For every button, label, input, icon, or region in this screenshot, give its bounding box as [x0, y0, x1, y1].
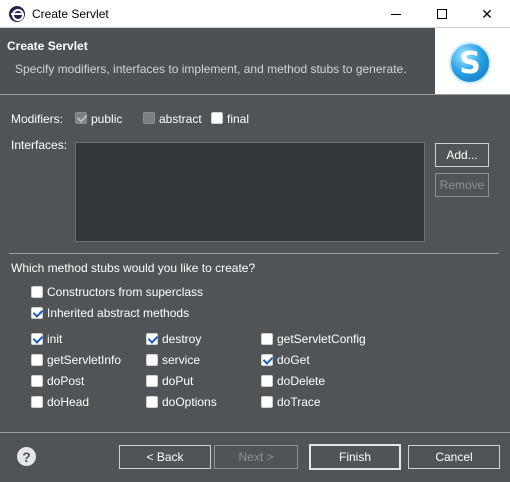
close-button[interactable]: ✕: [464, 0, 510, 28]
public-label: public: [91, 112, 123, 126]
constructors-checkbox[interactable]: [31, 286, 43, 298]
servlet-logo-icon: S: [449, 42, 491, 84]
interfaces-list[interactable]: [75, 142, 425, 242]
destroy-checkbox[interactable]: [146, 333, 158, 345]
service-checkbox[interactable]: [146, 354, 158, 366]
constructors-label: Constructors from superclass: [47, 285, 204, 299]
cancel-button[interactable]: Cancel: [408, 445, 500, 469]
init-label: init: [47, 332, 63, 346]
footer-divider: [0, 432, 510, 433]
eclipse-app-icon: [9, 6, 25, 22]
dotrace-checkbox[interactable]: [261, 396, 273, 408]
wizard-description: Specify modifiers, interfaces to impleme…: [15, 62, 407, 76]
section-divider: [9, 253, 499, 254]
final-checkbox[interactable]: [211, 112, 223, 124]
interfaces-label: Interfaces:: [11, 138, 68, 152]
header-divider: [0, 94, 510, 95]
dodelete-checkbox[interactable]: [261, 375, 273, 387]
dohead-label: doHead: [47, 395, 90, 409]
wizard-header: Create Servlet Specify modifiers, interf…: [0, 28, 510, 94]
dodelete-label: doDelete: [277, 374, 326, 388]
doget-label: doGet: [277, 353, 310, 367]
getservletinfo-checkbox[interactable]: [31, 354, 43, 366]
title-bar: Create Servlet ✕: [0, 0, 510, 28]
inherited-label: Inherited abstract methods: [47, 306, 190, 320]
getservletinfo-label: getServletInfo: [47, 353, 122, 367]
dooptions-checkbox[interactable]: [146, 396, 158, 408]
service-label: service: [162, 353, 201, 367]
back-button[interactable]: < Back: [119, 445, 211, 469]
modifiers-label: Modifiers:: [11, 112, 64, 126]
add-interface-button[interactable]: Add...: [435, 143, 489, 167]
dotrace-label: doTrace: [277, 395, 321, 409]
help-icon[interactable]: ?: [17, 447, 36, 466]
maximize-button[interactable]: [419, 0, 465, 28]
minimize-icon: [391, 13, 401, 15]
remove-interface-button[interactable]: Remove: [435, 173, 489, 197]
wizard-title: Create Servlet: [7, 39, 88, 53]
inherited-checkbox[interactable]: [31, 307, 43, 319]
abstract-label: abstract: [159, 112, 202, 126]
minimize-button[interactable]: [373, 0, 419, 28]
public-checkbox[interactable]: [75, 112, 87, 124]
doput-label: doPut: [162, 374, 194, 388]
doput-checkbox[interactable]: [146, 375, 158, 387]
maximize-icon: [437, 9, 447, 19]
dopost-label: doPost: [47, 374, 85, 388]
finish-button[interactable]: Finish: [309, 444, 401, 470]
destroy-label: destroy: [162, 332, 202, 346]
getservletconfig-label: getServletConfig: [277, 332, 366, 346]
dohead-checkbox[interactable]: [31, 396, 43, 408]
window-title: Create Servlet: [32, 7, 109, 21]
init-checkbox[interactable]: [31, 333, 43, 345]
dooptions-label: doOptions: [162, 395, 217, 409]
close-icon: ✕: [481, 5, 493, 22]
final-label: final: [227, 112, 250, 126]
next-button[interactable]: Next >: [214, 445, 298, 469]
abstract-checkbox[interactable]: [143, 112, 155, 124]
doget-checkbox[interactable]: [261, 354, 273, 366]
dopost-checkbox[interactable]: [31, 375, 43, 387]
getservletconfig-checkbox[interactable]: [261, 333, 273, 345]
wizard-banner: S: [435, 28, 510, 94]
stubs-question: Which method stubs would you like to cre…: [11, 261, 256, 275]
